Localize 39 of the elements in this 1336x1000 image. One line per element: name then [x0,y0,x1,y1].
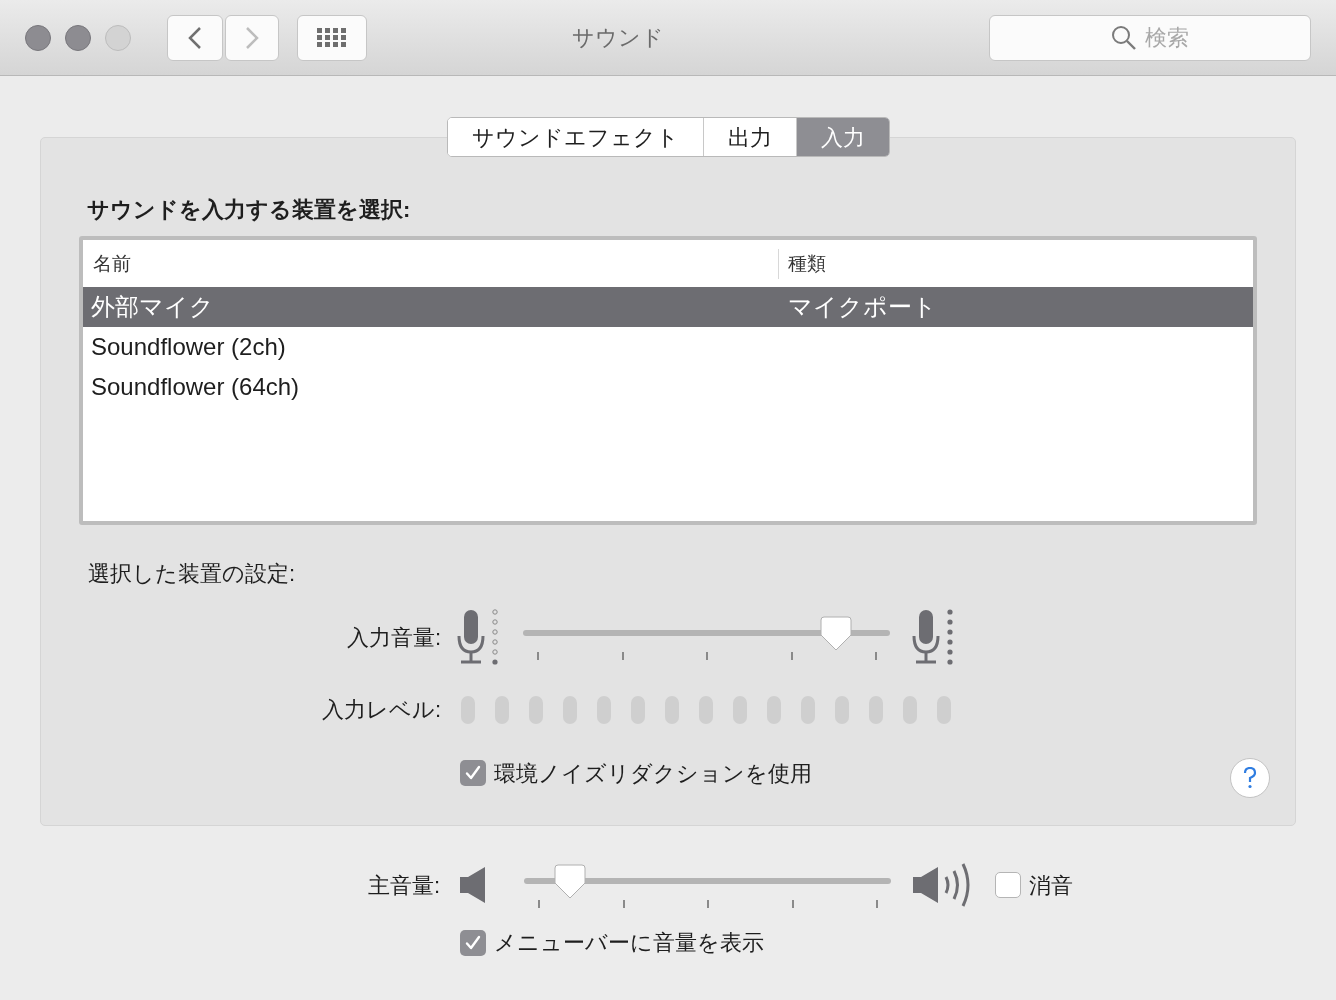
input-level-label: 入力レベル: [320,696,441,724]
minimize-button[interactable] [65,24,91,51]
help-button[interactable] [1230,758,1270,798]
show-in-menu-bar-label: メニューバーに音量を表示 [494,929,764,957]
window-title: サウンド [572,24,664,52]
chevron-right-icon [245,25,259,50]
device-table[interactable]: 名前 種類 外部マイク マイクポート Soundflower (2ch) Soundflower (64ch) [79,236,1257,525]
column-header[interactable]: 名前 [83,248,779,279]
device-row[interactable]: Soundflower (2ch) [83,327,1253,367]
checkmark-icon [465,934,481,951]
device-row[interactable]: Soundflower (64ch) [83,367,1253,407]
question-mark-icon [1243,767,1257,789]
checkbox[interactable] [460,929,486,956]
output-volume-label: 主音量: [366,871,440,900]
speaker-icon [460,867,486,903]
checkmark-icon [465,765,481,781]
device-name: 外部マイク [90,292,215,322]
back-button[interactable] [167,14,223,61]
checkbox[interactable] [995,872,1021,898]
slider-thumb[interactable] [554,864,587,900]
checkbox[interactable] [460,760,486,786]
grid-icon [317,27,347,48]
input-volume-label: 入力音量: [345,623,441,652]
device-type: マイクポート [787,292,937,322]
chevron-left-icon [188,25,202,50]
loud-microphone-icon [912,608,956,666]
search-icon [1111,24,1137,51]
section-heading: サウンドを入力する装置を選択: [87,196,412,224]
noise-reduction-label: 環境ノイズリダクションを使用 [494,759,812,788]
column-header[interactable]: 種類 [779,248,826,279]
device-name: Soundflower (2ch) [90,332,287,362]
slider-thumb[interactable] [819,616,852,652]
show-all-button[interactable] [297,14,367,61]
quiet-microphone-icon [457,608,501,666]
device-name: Soundflower (64ch) [90,372,301,402]
section-heading: 選択した装置の設定: [88,560,297,588]
mute-label: 消音 [1029,871,1073,900]
close-button[interactable] [25,24,51,51]
device-row[interactable]: 外部マイク マイクポート [83,287,1253,327]
